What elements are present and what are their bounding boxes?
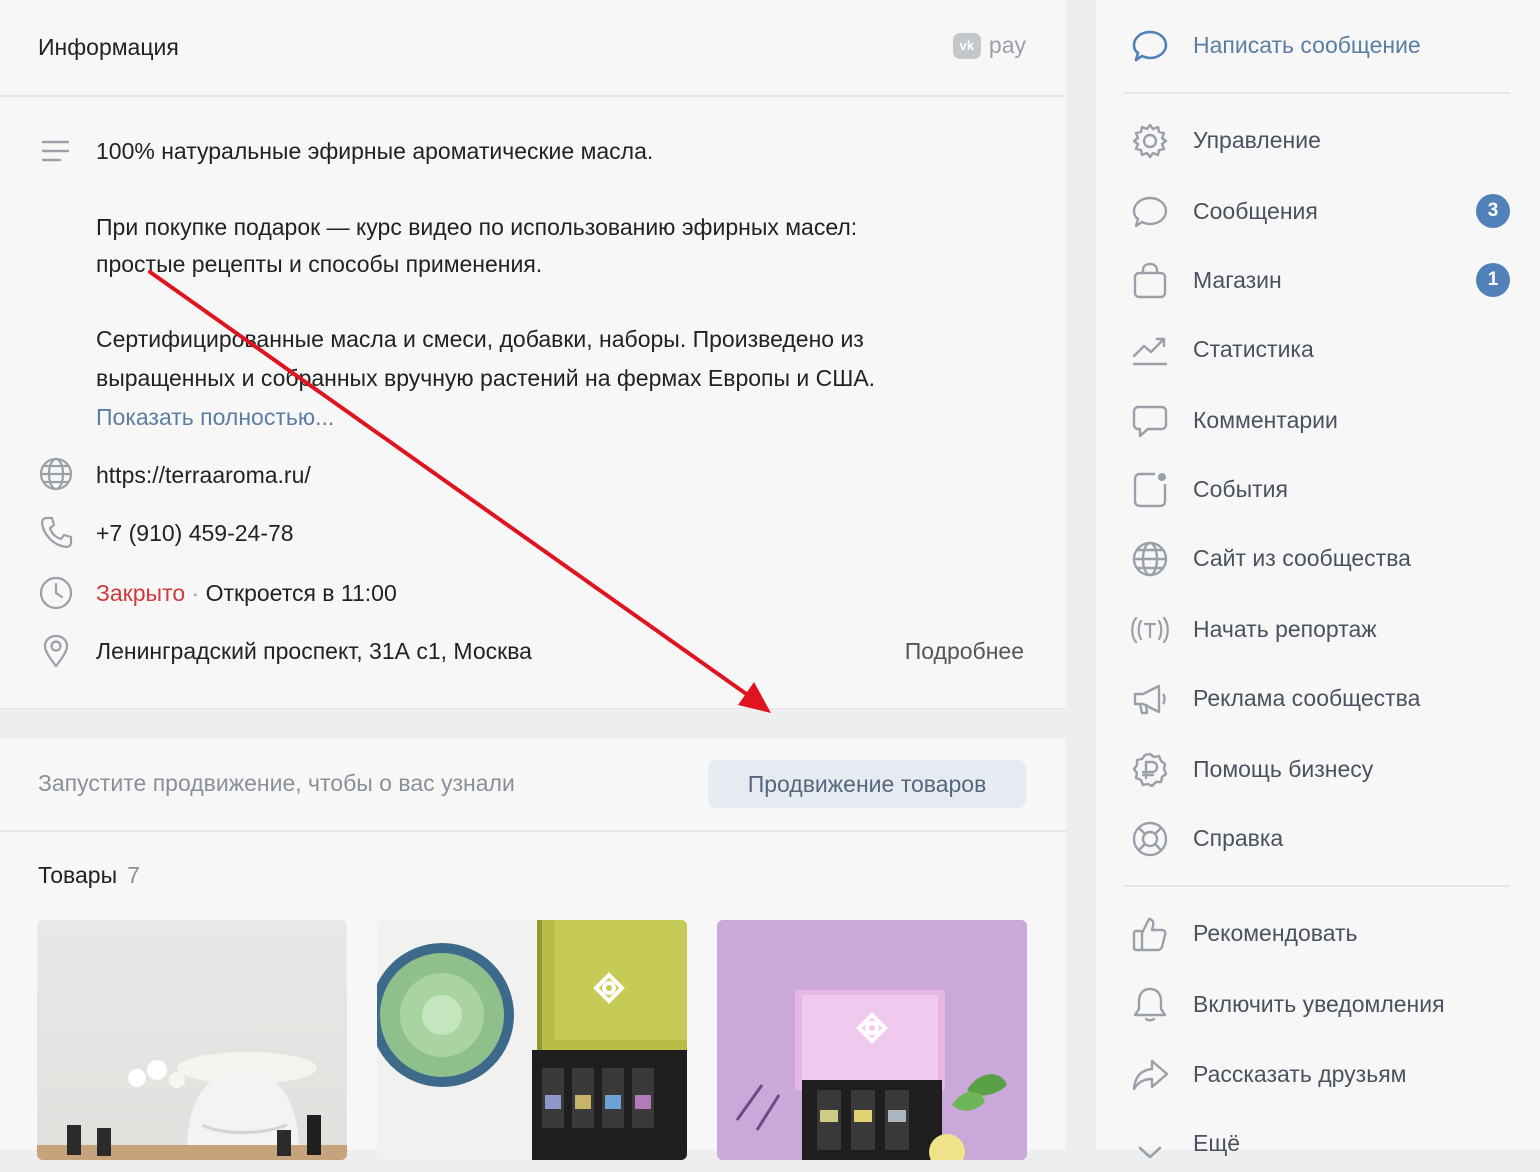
vkpay-logo-icon: vk: [952, 32, 981, 59]
website-link[interactable]: https://terraaroma.ru/: [96, 456, 311, 494]
description-line-5: выращенных и собранных вручную растений …: [96, 365, 876, 391]
menu-item-write-message[interactable]: Написать сообщение: [1096, 14, 1540, 74]
menu-label: Сайт из сообщества: [1193, 545, 1411, 571]
address: Ленинградский проспект, 31А с1, Москва: [96, 638, 532, 664]
menu-item-more[interactable]: Ещё: [1096, 1112, 1540, 1172]
menu-label: Сообщения: [1193, 198, 1318, 224]
menu-label: Начать репортаж: [1193, 616, 1377, 642]
menu-label: Статистика: [1193, 336, 1314, 362]
description-line-1: 100% натуральные эфирные ароматические м…: [96, 138, 654, 164]
opening-status: Закрыто · Откроется в 11:00: [96, 574, 397, 612]
shopping-bag-icon: [1133, 262, 1167, 299]
ruble-coin-icon: [1132, 752, 1168, 788]
pink-box-image: [717, 920, 1027, 1160]
info-title: Информация: [38, 34, 179, 60]
menu-item-business-help[interactable]: Помощь бизнесу: [1096, 738, 1540, 798]
menu-item-events[interactable]: События: [1096, 458, 1540, 518]
community-actions-menu: Написать сообщение Управление Сообщения …: [1096, 0, 1540, 1159]
promo-text: Запустите продвижение, чтобы о вас узнал…: [38, 770, 515, 796]
bell-icon: [1133, 987, 1167, 1022]
menu-label: Помощь бизнесу: [1193, 756, 1374, 782]
menu-label: Справка: [1193, 825, 1284, 851]
menu-label: События: [1193, 476, 1288, 502]
menu-label: Включить уведомления: [1193, 991, 1445, 1017]
menu-item-recommend[interactable]: Рекомендовать: [1096, 902, 1540, 962]
menu-item-start-broadcast[interactable]: Начать репортаж: [1096, 598, 1540, 658]
menu-label: Комментарии: [1193, 407, 1338, 433]
description-line-3: простые рецепты и способы применения.: [96, 251, 543, 277]
menu-item-tell-friends[interactable]: Рассказать друзьям: [1096, 1043, 1540, 1103]
product-thumbnail-3[interactable]: [717, 920, 1027, 1160]
messages-badge: 3: [1476, 194, 1510, 228]
globe-icon: [39, 457, 73, 491]
details-link[interactable]: Подробнее: [905, 632, 1024, 670]
menu-item-messages[interactable]: Сообщения 3: [1096, 180, 1540, 240]
shop-badge: 1: [1476, 263, 1510, 297]
menu-label: Магазин: [1193, 267, 1282, 293]
gear-icon: [1132, 123, 1168, 159]
globe-icon: [1132, 541, 1168, 577]
chevron-down-icon: [1138, 1146, 1162, 1159]
description-line-2: При покупке подарок — курс видео по испо…: [96, 214, 858, 240]
description-icon: [41, 140, 70, 162]
message-bubble-icon: [1132, 30, 1168, 62]
goods-card: Товары 7: [0, 832, 1066, 1160]
promo-card: Запустите продвижение, чтобы о вас узнал…: [0, 738, 1066, 832]
menu-item-management[interactable]: Управление: [1096, 109, 1540, 169]
goods-label: Товары: [38, 862, 118, 888]
description-line-4: Сертифицированные масла и смеси, добавки…: [96, 326, 864, 352]
menu-item-shop[interactable]: Магазин 1: [1096, 249, 1540, 309]
clock-icon: [39, 576, 73, 610]
megaphone-icon: [1133, 684, 1166, 715]
goods-count: 7: [127, 862, 140, 888]
menu-label: Рекомендовать: [1193, 920, 1358, 946]
product-thumbnail-2[interactable]: [377, 920, 687, 1160]
vkpay-label: pay: [988, 32, 1026, 58]
info-header: Информация vk pay: [0, 0, 1066, 97]
menu-item-statistics[interactable]: Статистика: [1096, 318, 1540, 378]
show-more-link[interactable]: Показать полностью...: [96, 398, 334, 436]
menu-item-enable-notifications[interactable]: Включить уведомления: [1096, 973, 1540, 1033]
phone-icon: [40, 516, 73, 549]
menu-label: Реклама сообщества: [1193, 685, 1421, 711]
menu-item-community-site[interactable]: Сайт из сообщества: [1096, 527, 1540, 587]
chat-icon: [1132, 196, 1168, 228]
menu-item-help[interactable]: Справка: [1096, 807, 1540, 867]
chart-line-icon: [1132, 337, 1168, 366]
menu-label: Управление: [1193, 127, 1321, 153]
vkpay-button[interactable]: vk pay: [952, 32, 1026, 59]
promote-goods-button[interactable]: Продвижение товаров: [708, 760, 1026, 808]
thumbs-up-icon: [1132, 917, 1167, 952]
opens-at: Откроется в 11:00: [205, 580, 397, 606]
info-card: Информация vk pay 100% натуральные эфирн…: [0, 0, 1066, 709]
status-separator: ·: [191, 580, 200, 606]
lifebuoy-icon: [1132, 821, 1168, 857]
status-closed: Закрыто: [96, 580, 186, 606]
phone-number[interactable]: +7 (910) 459-24-78: [96, 514, 294, 552]
succulent-box-image: [377, 920, 687, 1160]
live-broadcast-icon: [1131, 616, 1169, 644]
share-arrow-icon: [1132, 1059, 1169, 1091]
main-column: Информация vk pay 100% натуральные эфирн…: [0, 0, 1066, 1160]
comment-icon: [1132, 405, 1168, 438]
menu-separator: [1124, 92, 1510, 94]
menu-label: Рассказать друзьям: [1193, 1061, 1407, 1087]
menu-separator: [1124, 885, 1510, 887]
product-thumbnail-1[interactable]: [37, 920, 347, 1160]
menu-item-comments[interactable]: Комментарии: [1096, 389, 1540, 449]
menu-label: Написать сообщение: [1193, 32, 1421, 58]
goods-title[interactable]: Товары 7: [38, 856, 140, 894]
menu-item-community-ads[interactable]: Реклама сообщества: [1096, 667, 1540, 727]
diffuser-image: [37, 1052, 347, 1160]
menu-label: Ещё: [1193, 1130, 1241, 1156]
event-icon: [1133, 472, 1167, 508]
location-pin-icon: [43, 634, 69, 668]
